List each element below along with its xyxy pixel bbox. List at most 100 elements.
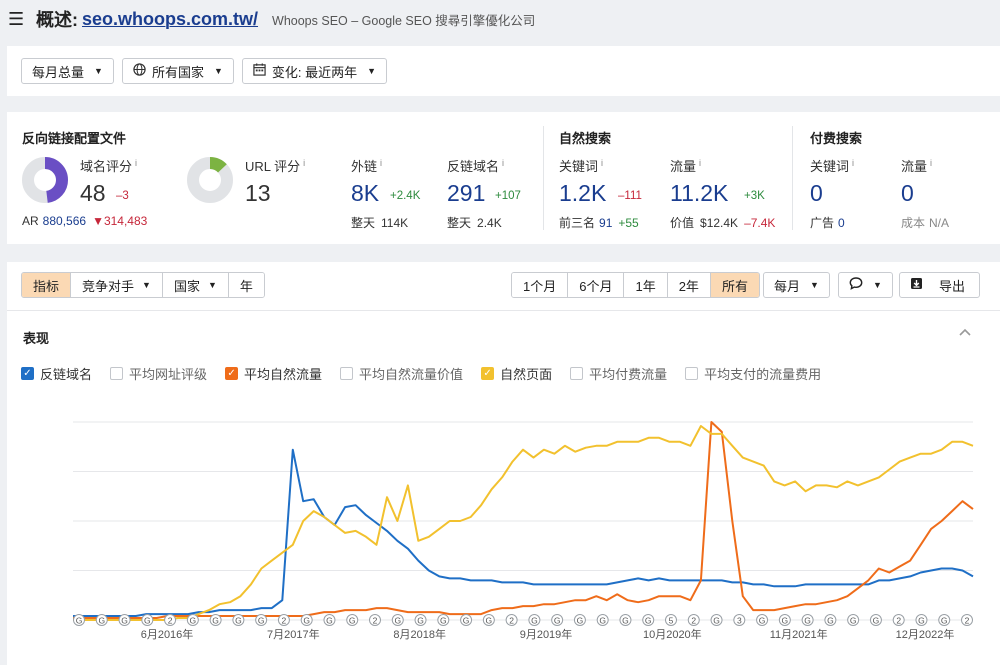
x-tick-label: 8月2018年 <box>393 627 446 641</box>
x-tick-label: 7月2017年 <box>267 627 320 641</box>
annotation-marker-label: G <box>121 615 128 625</box>
domain-rating-value: 48 <box>80 180 106 206</box>
annotation-marker-label: G <box>645 615 652 625</box>
volume-dropdown[interactable]: 每月总量 ▼ <box>21 58 114 84</box>
top-bar: ☰ 概述: seo.whoops.com.tw/ Whoops SEO – Go… <box>0 0 1000 38</box>
annotation-marker-label: G <box>486 615 493 625</box>
ref-domains-label[interactable]: 反链域名 i <box>447 156 504 175</box>
annotation-marker-label: G <box>235 615 242 625</box>
url-rating-label[interactable]: URL 评分 i <box>245 156 305 175</box>
annotation-marker-label: 2 <box>373 615 378 625</box>
annotation-marker-label: G <box>76 615 83 625</box>
series-line <box>73 448 974 617</box>
backlinks-value[interactable]: 8K <box>351 180 379 207</box>
organic-traffic-value[interactable]: 11.2K <box>670 180 728 207</box>
section-divider <box>792 126 793 230</box>
annotation-marker-label: G <box>303 615 310 625</box>
annotation-marker-label: G <box>98 615 105 625</box>
domain-rating-change: –3 <box>116 190 129 202</box>
organic-keywords-value[interactable]: 1.2K <box>559 180 606 207</box>
x-tick-label: 10月2020年 <box>643 627 702 641</box>
url-rating-donut <box>187 157 233 203</box>
caret-down-icon: ▼ <box>94 66 103 76</box>
paid-keywords-value: 0 <box>810 180 823 206</box>
ref-domains-all-time: 整天 2.4K <box>447 216 502 230</box>
hamburger-menu-icon[interactable]: ☰ <box>8 9 28 30</box>
organic-keywords-label[interactable]: 关键词 i <box>559 156 603 175</box>
url-rating-value: 13 <box>245 180 271 206</box>
annotation-marker-label: G <box>918 615 925 625</box>
annotation-marker-label: G <box>873 615 880 625</box>
annotation-marker-label: G <box>144 615 151 625</box>
x-tick-label: 9月2019年 <box>520 627 573 641</box>
annotation-marker-label: G <box>440 615 447 625</box>
annotation-marker-label: 2 <box>509 615 514 625</box>
performance-chart: G G G G 2 G G G G 2 G G G 2 G G G G G 2 G G G G G G 5 2 G 3 G G G G G G 2 G G 2… <box>73 421 974 641</box>
globe-icon <box>133 63 146 79</box>
annotation-marker-label: 2 <box>168 615 173 625</box>
domain-rating-label[interactable]: 域名评分 i <box>80 156 137 175</box>
country-dropdown-label: 所有国家 <box>151 64 204 80</box>
annotation-marker-label: G <box>554 615 561 625</box>
organic-traffic-label[interactable]: 流量 i <box>670 156 701 175</box>
ref-domains-value[interactable]: 291 <box>447 180 485 207</box>
caret-down-icon: ▼ <box>367 66 377 76</box>
series-line <box>73 421 974 619</box>
annotation-marker-label: G <box>394 615 401 625</box>
annotation-marker-label: G <box>850 615 857 625</box>
paid-search-title: 付费搜索 <box>810 131 863 146</box>
annotation-marker-label: 2 <box>282 615 287 625</box>
x-tick-label: 6月2016年 <box>141 627 194 641</box>
page-title-domain-link[interactable]: seo.whoops.com.tw/ <box>82 9 258 30</box>
ref-domains-change: +107 <box>495 190 521 202</box>
caret-down-icon: ▼ <box>213 66 223 76</box>
organic-traffic-value-worth: 价值 $12.4K –7.4K <box>670 216 776 230</box>
volume-dropdown-label: 每月总量 <box>32 64 85 80</box>
series-line <box>73 425 974 621</box>
paid-traffic-value: 0 <box>901 180 914 206</box>
annotation-marker-label: G <box>622 615 629 625</box>
performance-panel: 指标 竞争对手 ▼ 国家 ▼ 年 1个月 6个月 1年 2年 所有 每月 ▼ ▼ 导… <box>7 262 1000 665</box>
paid-keywords-label[interactable]: 关键词 i <box>810 156 854 175</box>
domain-rating-donut <box>22 157 68 203</box>
annotation-marker-label: 2 <box>965 615 970 625</box>
annotation-marker-label: G <box>577 615 584 625</box>
x-tick-label: 12月2022年 <box>896 627 955 641</box>
annotation-marker-label: G <box>326 615 333 625</box>
annotation-marker-label: G <box>827 615 834 625</box>
annotation-marker-label: G <box>759 615 766 625</box>
annotation-marker-label: 2 <box>691 615 696 625</box>
page-subtitle: Whoops SEO – Google SEO 搜尋引擎優化公司 <box>272 13 536 28</box>
x-tick-label: 11月2021年 <box>770 627 828 641</box>
paid-traffic-label[interactable]: 流量 i <box>901 156 932 175</box>
annotation-marker-label: G <box>804 615 811 625</box>
annotation-marker-label: G <box>417 615 424 625</box>
annotation-marker-label: G <box>212 615 219 625</box>
paid-cost: 成本 N/A <box>901 216 950 230</box>
filter-bar: 每月总量 ▼ 所有国家 ▼ 变化: 最近两年 ▼ <box>7 46 1000 96</box>
page-title-prefix: 概述: <box>36 10 78 30</box>
annotation-marker-label: 3 <box>737 615 742 625</box>
change-period-label: 变化: 最近两年 <box>271 64 358 80</box>
annotation-marker-label: G <box>531 615 538 625</box>
top3-keywords: 前三名 91 +55 <box>559 216 639 230</box>
section-divider <box>543 126 544 230</box>
organic-keywords-change: –111 <box>618 190 642 202</box>
organic-traffic-change: +3K <box>744 190 765 202</box>
paid-ads: 广告 0 <box>810 216 845 230</box>
backlinks-label[interactable]: 外链 i <box>351 156 382 175</box>
annotation-marker-label: G <box>599 615 606 625</box>
country-dropdown[interactable]: 所有国家 ▼ <box>121 58 234 84</box>
annotation-marker-label: 2 <box>896 615 901 625</box>
backlinks-change: +2.4K <box>390 190 421 202</box>
ahrefs-rank: AR 880,566 ▼314,483 <box>22 214 148 228</box>
backlink-profile-title: 反向链接配置文件 <box>22 131 127 146</box>
calendar-icon <box>253 63 266 79</box>
annotation-marker-label: G <box>190 615 197 625</box>
annotation-marker-label: G <box>463 615 470 625</box>
annotation-marker-label: G <box>349 615 356 625</box>
change-period-dropdown[interactable]: 变化: 最近两年 ▼ <box>241 58 388 84</box>
annotation-marker-label: 5 <box>669 615 674 625</box>
metrics-panel: 反向链接配置文件 域名评分 i 48 –3 AR 880,566 ▼314,483 U… <box>7 112 1000 244</box>
backlinks-all-time: 整天 114K <box>351 216 409 230</box>
